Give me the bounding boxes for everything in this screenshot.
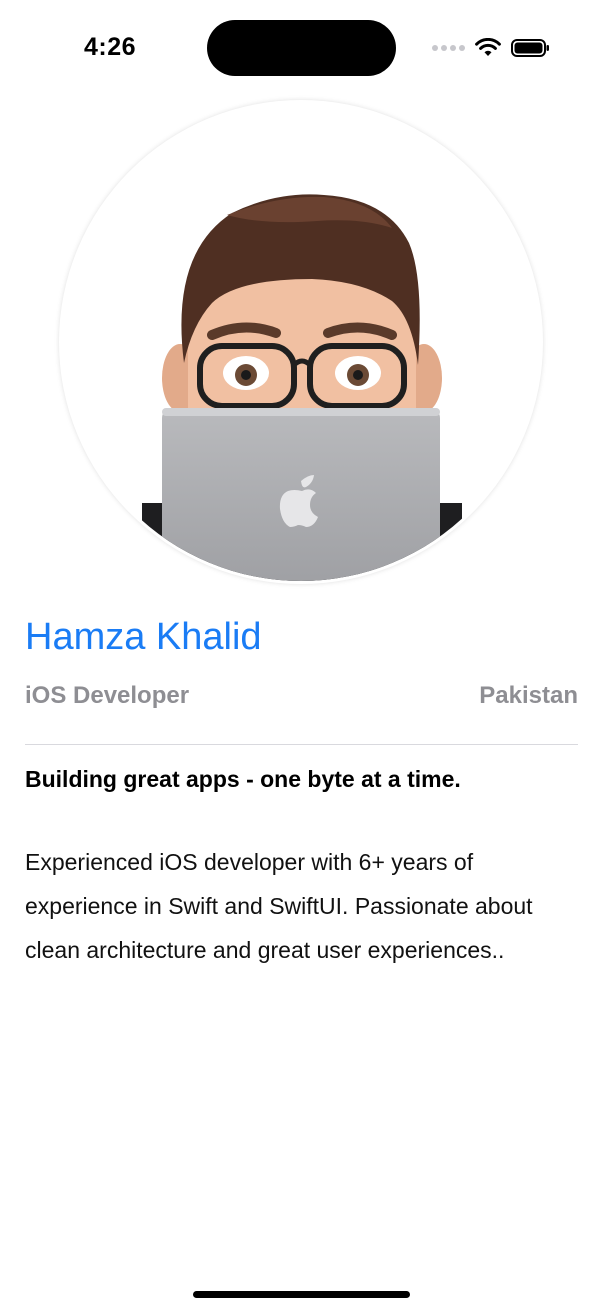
profile-bio: Experienced iOS developer with 6+ years … — [25, 849, 533, 963]
status-icons — [432, 38, 551, 58]
home-indicator[interactable] — [193, 1291, 410, 1298]
wifi-icon — [475, 38, 501, 56]
dynamic-island — [207, 20, 396, 76]
status-time: 4:26 — [84, 33, 137, 61]
profile-avatar — [62, 103, 540, 581]
cellular-dots-icon — [432, 45, 465, 51]
battery-icon — [511, 39, 549, 57]
status-bar: 4:26 — [0, 0, 603, 96]
memoji-laptop-avatar-icon — [142, 194, 462, 581]
profile-role: iOS Developer — [25, 682, 190, 709]
profile-tagline: Building great apps - one byte at a time… — [25, 766, 461, 792]
profile-country: Pakistan — [479, 682, 578, 709]
divider — [25, 744, 578, 745]
profile-meta-row: iOS Developer Pakistan — [25, 682, 578, 710]
profile-name: Hamza Khalid — [25, 616, 262, 658]
